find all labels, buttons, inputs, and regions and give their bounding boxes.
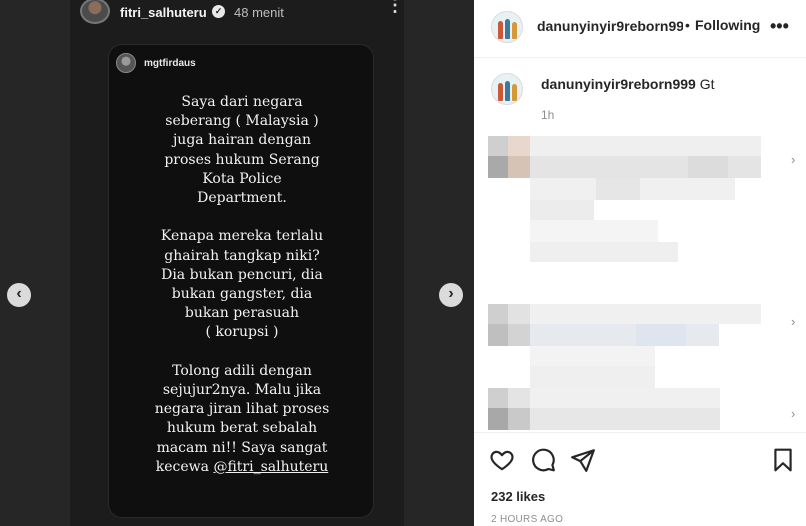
previous-image-button[interactable]: ‹ (7, 283, 31, 307)
more-vertical-icon: ⋮ (386, 0, 404, 15)
story-header: fitri_salhuteru ✓ 48 menit ⋮ (80, 0, 410, 26)
caption-text: Gt (699, 76, 715, 92)
caption-avatar[interactable] (491, 73, 523, 105)
comment-bubble-icon[interactable] (530, 447, 556, 473)
story-text: Saya dari negara seberang ( Malaysia ) j… (109, 93, 375, 477)
likes-count[interactable]: 232 likes (491, 489, 545, 504)
avatar-figure (498, 83, 503, 101)
caption: danunyinyir9reborn999 Gt (541, 76, 715, 92)
reply-chevron-icon[interactable]: › (791, 314, 795, 329)
story-text-body: Saya dari negara seberang ( Malaysia ) j… (154, 94, 330, 475)
post-actions: 232 likes 2 HOURS AGO (474, 432, 806, 526)
avatar-figure (505, 81, 510, 101)
avatar-figure (512, 84, 517, 101)
reshared-username: mgtfirdaus (144, 58, 196, 69)
reshared-avatar (116, 53, 136, 73)
story-time: 48 menit (234, 5, 284, 20)
story-mention: @fitri_salhuteru (213, 458, 329, 475)
reply-chevron-icon[interactable]: › (791, 152, 795, 167)
caption-username[interactable]: danunyinyir9reborn999 (541, 76, 696, 92)
avatar-figure (512, 22, 517, 39)
share-send-icon[interactable] (570, 447, 596, 473)
reply-chevron-icon[interactable]: › (791, 406, 795, 421)
owner-avatar[interactable] (491, 11, 523, 43)
caption-time: 1h (541, 108, 555, 122)
pixelated-comment-block (488, 346, 761, 388)
pixelated-comment-block (488, 304, 761, 346)
verified-badge-icon: ✓ (212, 5, 225, 18)
separator-dot: • (685, 17, 690, 33)
post-sidebar: danunyinyir9reborn999 • Following ••• da… (474, 0, 806, 526)
story-username: fitri_salhuteru (120, 5, 207, 20)
owner-username[interactable]: danunyinyir9reborn999 (537, 18, 683, 34)
reshared-story-card: mgtfirdaus Saya dari negara seberang ( M… (108, 44, 374, 518)
more-options-icon[interactable]: ••• (770, 16, 789, 37)
pixelated-comment-block (488, 136, 761, 281)
post-media: fitri_salhuteru ✓ 48 menit ⋮ mgtfirdaus … (0, 0, 474, 526)
avatar-figure (498, 21, 503, 39)
avatar-figure (505, 19, 510, 39)
story-avatar (80, 0, 110, 24)
post-header: danunyinyir9reborn999 • Following ••• (474, 0, 806, 58)
post-date: 2 HOURS AGO (491, 514, 564, 525)
like-heart-icon[interactable] (489, 447, 515, 473)
pixelated-comment-block (488, 388, 761, 430)
following-button[interactable]: Following (695, 17, 760, 33)
save-bookmark-icon[interactable] (770, 447, 796, 473)
next-image-button[interactable]: › (439, 283, 463, 307)
